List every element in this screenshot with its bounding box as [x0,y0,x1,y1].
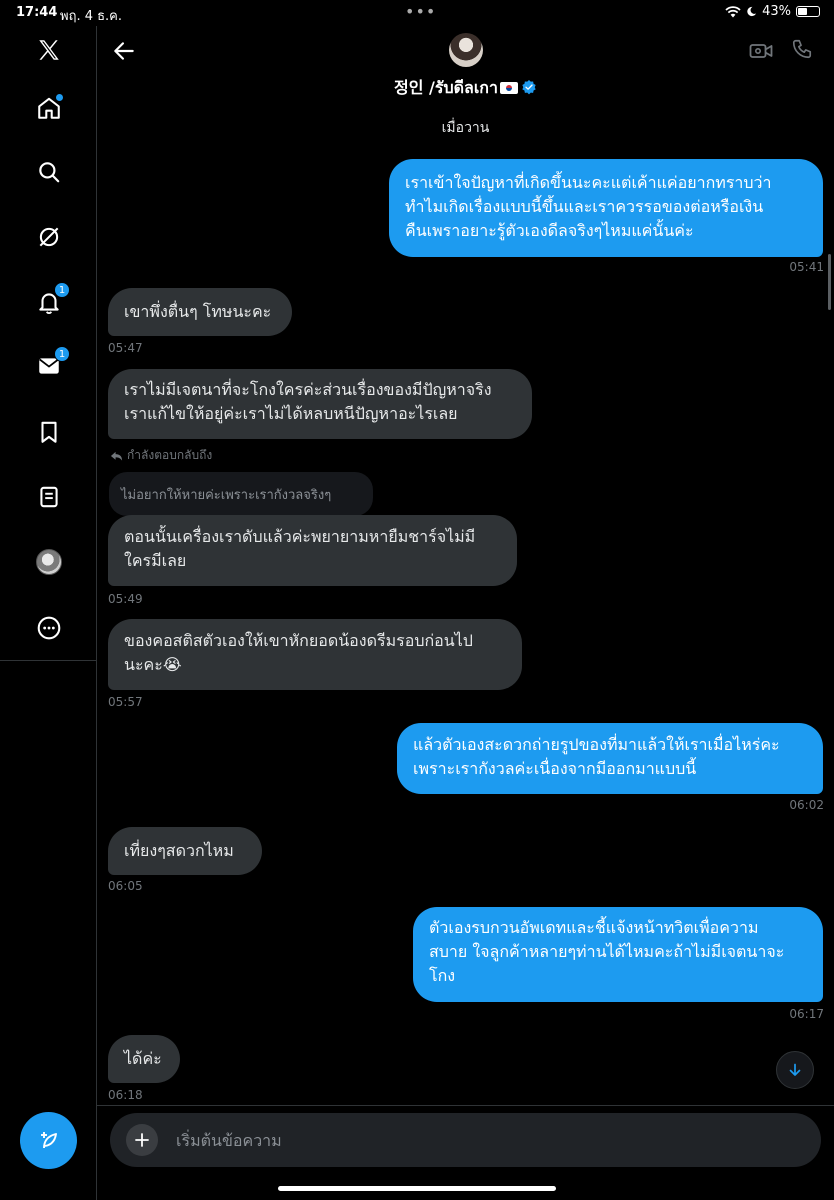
reply-indicator: กำลังตอบกลับถึง [110,446,212,465]
search-icon [38,162,59,183]
scroll-to-bottom-button[interactable] [776,1051,814,1089]
message-bubble-incoming[interactable]: เขาพึ่งตื่นๆ โทษนะคะ [108,288,292,336]
battery-percent: 43% [762,4,791,19]
message-bubble-incoming[interactable]: ได้ค่ะ [108,1035,180,1083]
status-date: พฤ. 4 ธ.ค. [60,9,123,24]
home-unread-dot [56,94,63,101]
message-line: ตัวเองรบกวนอัพเดทและชี้แจ้งหน้าทวิตเพื่อ… [429,918,759,937]
composer-divider [97,1105,834,1106]
message-bubble-incoming[interactable]: เที่ยงๆสดวกไหม [108,827,262,875]
contact-name[interactable]: 정인 /รับดีลเกา [97,74,834,101]
compose-post-icon [40,1131,57,1148]
sidebar-item-more[interactable] [0,606,97,650]
message-timestamp: 05:41 [789,260,824,274]
notifications-badge: 1 [54,282,70,298]
message-line: โกง [429,966,456,985]
plus-icon [135,1133,149,1147]
message-timestamp: 06:17 [789,1007,824,1021]
battery-icon [796,6,820,17]
sidebar-item-lists[interactable] [0,475,97,519]
status-bar: 17:44 พฤ. 4 ธ.ค. ••• 43% [0,0,834,26]
message-line: ของคอสติสตัวเองให้เขาหักยอดน้องดรีมรอบก่… [124,631,473,650]
conversation-header: 정인 /รับดีลเกา [97,26,834,110]
message-timestamp: 05:57 [108,695,143,709]
sidebar-item-notifications[interactable]: 1 [0,280,97,324]
message-timestamp: 05:47 [108,341,143,355]
message-line: เขาพึ่งตื่นๆ โทษนะคะ [124,302,272,321]
message-line: ทำไมเกิดเรื่องแบบนี้ขึ้นและเราควรรอของต่… [405,197,764,216]
message-line: เพราะเรากังวลค่ะเนื่องจากมีออกมาแบบนี้ [413,759,697,778]
message-line: เที่ยงๆสดวกไหม [124,841,234,860]
message-composer [110,1113,821,1167]
lists-icon [39,486,58,508]
message-line: นะคะ😭 [124,655,182,674]
moon-icon [747,6,757,17]
message-line: เราเข้าใจปัญหาที่เกิดขึ้นนะคะแต่เค้าแค่อ… [405,173,772,192]
sidebar-item-messages[interactable]: 1 [0,344,97,388]
x-logo-icon[interactable] [0,28,97,72]
quoted-message[interactable]: ไม่อยากให้หายค่ะเพราะเรากังวลจริงๆ [109,472,373,516]
message-bubble-outgoing[interactable]: แล้วตัวเองสะดวกถ่ายรูปของที่มาแล้วให้เรา… [397,723,823,794]
message-line: ตอนนั้นเครื่องเราดับแล้วค่ะพยายามหายืมชา… [124,527,476,546]
message-line: เราไม่มีเจตนาที่จะโกงใครค่ะส่วนเรื่องของ… [124,380,492,399]
bookmarks-icon [40,421,57,443]
messages-badge: 1 [54,346,70,362]
video-call-icon[interactable] [749,40,773,62]
message-line: ได้ค่ะ [124,1049,162,1068]
message-timestamp: 06:02 [789,798,824,812]
profile-avatar [35,549,62,575]
reply-arrow-icon [110,451,123,461]
sidebar-item-bookmarks[interactable] [0,410,97,454]
message-line: คืนเพราอยาะรู้ตัวเองดีลจริงๆไหมแค่นั้นค่… [405,221,694,240]
scrollbar-thumb[interactable] [828,254,831,310]
compose-post-button[interactable] [20,1112,77,1169]
sidebar-nav: 1 1 [0,26,97,1200]
multitasking-dots-icon[interactable]: ••• [405,2,436,21]
message-line: แล้วตัวเองสะดวกถ่ายรูปของที่มาแล้วให้เรา… [413,735,780,754]
korea-flag-icon [499,82,518,94]
sidebar-item-search[interactable] [0,150,97,194]
grok-icon [39,227,58,247]
message-bubble-outgoing[interactable]: ตัวเองรบกวนอัพเดทและชี้แจ้งหน้าทวิตเพื่อ… [413,907,823,1002]
message-bubble-outgoing[interactable]: เราเข้าใจปัญหาที่เกิดขึ้นนะคะแต่เค้าแค่อ… [389,159,823,257]
back-arrow-icon[interactable] [111,38,137,64]
contact-name-text: 정인 /รับดีลเกา [394,78,498,97]
add-media-button[interactable] [126,1124,158,1156]
home-indicator[interactable] [278,1186,556,1191]
message-bubble-incoming[interactable]: ของคอสติสตัวเองให้เขาหักยอดน้องดรีมรอบก่… [108,619,522,690]
message-timestamp: 05:49 [108,592,143,606]
phone-call-icon[interactable] [791,38,813,60]
message-timestamp: 06:05 [108,879,143,893]
arrow-down-icon [789,1063,801,1076]
message-bubble-incoming[interactable]: เราไม่มีเจตนาที่จะโกงใครค่ะส่วนเรื่องของ… [108,369,532,439]
reply-indicator-text: กำลังตอบกลับถึง [127,448,213,462]
voice-message-icon[interactable] [782,1129,806,1151]
status-time: 17:44 [16,5,58,20]
sidebar-item-profile[interactable] [0,540,97,584]
message-timestamp: 06:18 [108,1088,143,1102]
message-line: ใครมีเลย [124,551,187,570]
message-line: เราแก้ไขให้อยู่ค่ะเราไม่ได้หลบหนีปัญหาอะ… [124,404,458,423]
day-separator: เมื่อวาน [441,120,490,136]
rail-divider [0,660,97,661]
message-input[interactable] [176,1128,756,1152]
verified-badge-icon [522,80,536,95]
wifi-icon [725,5,741,17]
message-line: สบาย ใจลูกค้าหลายๆท่านได้ไหมคะถ้าไม่มีเจ… [429,942,785,961]
header-avatar[interactable] [449,33,483,67]
message-bubble-incoming[interactable]: ตอนนั้นเครื่องเราดับแล้วค่ะพยายามหายืมชา… [108,515,517,586]
more-icon [37,616,60,640]
sidebar-item-home[interactable] [0,86,97,130]
sidebar-item-grok[interactable] [0,215,97,259]
